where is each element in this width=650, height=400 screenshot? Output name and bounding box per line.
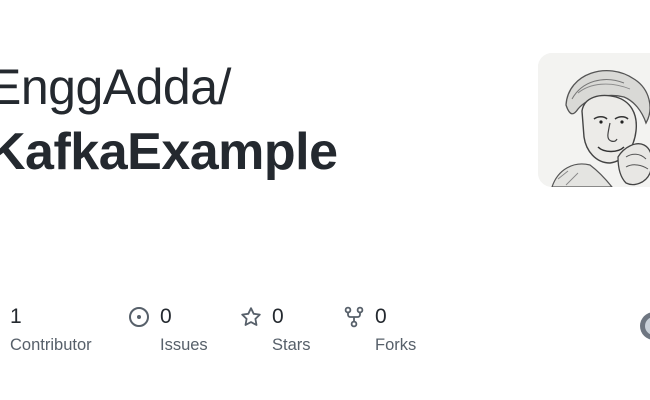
stat-forks: 0 Forks	[343, 303, 416, 355]
issue-opened-icon	[128, 306, 150, 328]
fork-icon	[343, 306, 365, 328]
stat-stars: 0 Stars	[240, 303, 311, 355]
contributors-count: 1	[10, 305, 22, 328]
portrait-sketch-icon	[538, 53, 650, 187]
star-icon	[240, 306, 262, 328]
stars-count: 0	[272, 305, 284, 328]
forks-count: 0	[375, 305, 387, 328]
contributors-label: Contributor	[10, 336, 92, 354]
owner-avatar[interactable]	[538, 53, 650, 187]
github-logo-icon	[640, 312, 650, 340]
repo-social-card: EnggAdda/ KafkaExample 1 Contributor 0 I…	[0, 0, 650, 400]
issues-count: 0	[160, 305, 172, 328]
forks-label: Forks	[375, 336, 417, 354]
repo-owner[interactable]: EnggAdda/	[0, 58, 231, 116]
stars-label: Stars	[272, 336, 311, 354]
repo-name[interactable]: KafkaExample	[0, 122, 338, 182]
stat-issues: 0 Issues	[128, 303, 208, 355]
issues-label: Issues	[160, 336, 208, 354]
stat-contributors: 1 Contributor	[10, 303, 92, 355]
